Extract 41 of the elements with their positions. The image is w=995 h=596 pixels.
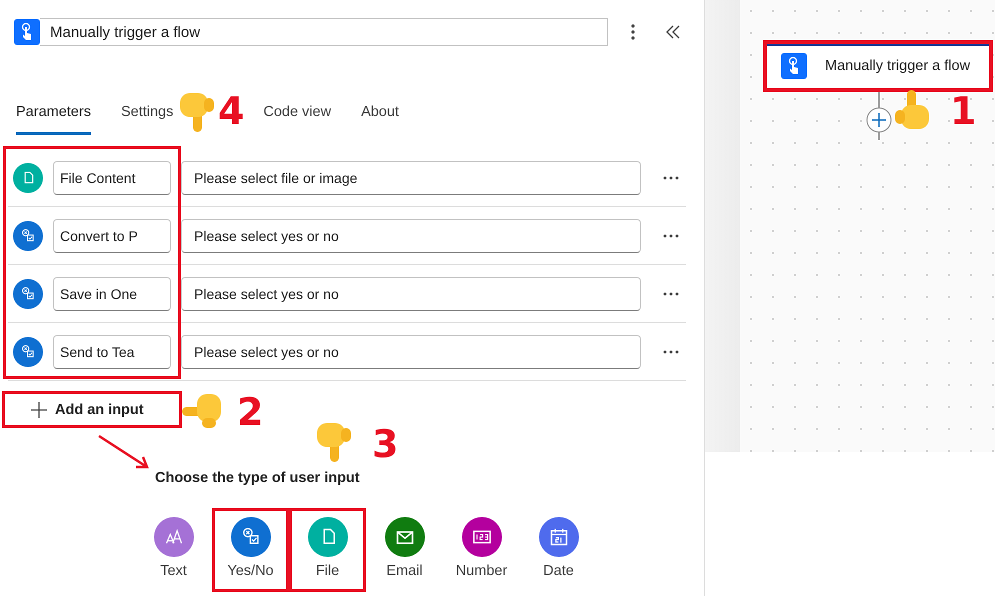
- file-type-icon: [13, 162, 43, 192]
- yesno-type-icon: [13, 278, 43, 308]
- input-type-option[interactable]: Date: [520, 508, 597, 592]
- title-field[interactable]: Manually trigger a flow: [40, 18, 608, 46]
- trigger-icon: [781, 53, 807, 79]
- step-number: 2: [237, 393, 264, 431]
- yesno-type-icon: [13, 220, 43, 250]
- input-name-field[interactable]: Send to Tea: [53, 334, 171, 368]
- step-number: 4: [218, 92, 244, 130]
- input-value-field[interactable]: Please select yes or no: [181, 334, 641, 368]
- input-name-field[interactable]: File Content: [53, 160, 171, 194]
- tab[interactable]: About: [361, 98, 399, 135]
- tab[interactable]: Parameters: [16, 98, 91, 135]
- tab[interactable]: Settings: [120, 98, 174, 135]
- add-input-button[interactable]: Add an input: [2, 391, 182, 428]
- date-type-icon: [538, 517, 578, 557]
- tab[interactable]: Code view: [263, 98, 332, 135]
- file-type-icon: [308, 517, 348, 557]
- input-name-field[interactable]: Convert to P: [53, 218, 171, 252]
- email-type-icon: [384, 517, 424, 557]
- input-type-option[interactable]: Number: [443, 508, 520, 592]
- yesno-type-icon: [230, 517, 270, 557]
- trigger-icon: [14, 19, 40, 45]
- step-number: 1: [950, 92, 976, 130]
- plus-icon: [31, 402, 47, 418]
- input-value-field[interactable]: Please select yes or no: [181, 276, 641, 310]
- chooser-title: Choose the type of user input: [155, 470, 360, 486]
- node-title: Manually trigger a flow: [825, 56, 970, 76]
- input-name-field[interactable]: Save in One: [53, 276, 171, 310]
- input-type-option[interactable]: File: [289, 508, 366, 592]
- input-type-option[interactable]: Text: [135, 508, 212, 592]
- yesno-type-icon: [13, 336, 43, 366]
- add-step-icon[interactable]: [865, 92, 893, 140]
- input-type-option[interactable]: Email: [366, 508, 443, 592]
- input-type-option[interactable]: Yes/No: [212, 508, 289, 592]
- number-type-icon: [462, 517, 502, 557]
- step-number: 3: [372, 425, 398, 463]
- input-value-field[interactable]: Please select yes or no: [181, 218, 641, 252]
- input-value-field[interactable]: Please select file or image: [181, 160, 641, 194]
- trigger-node[interactable]: Manually trigger a flow: [763, 40, 993, 92]
- text-type-icon: [154, 517, 194, 557]
